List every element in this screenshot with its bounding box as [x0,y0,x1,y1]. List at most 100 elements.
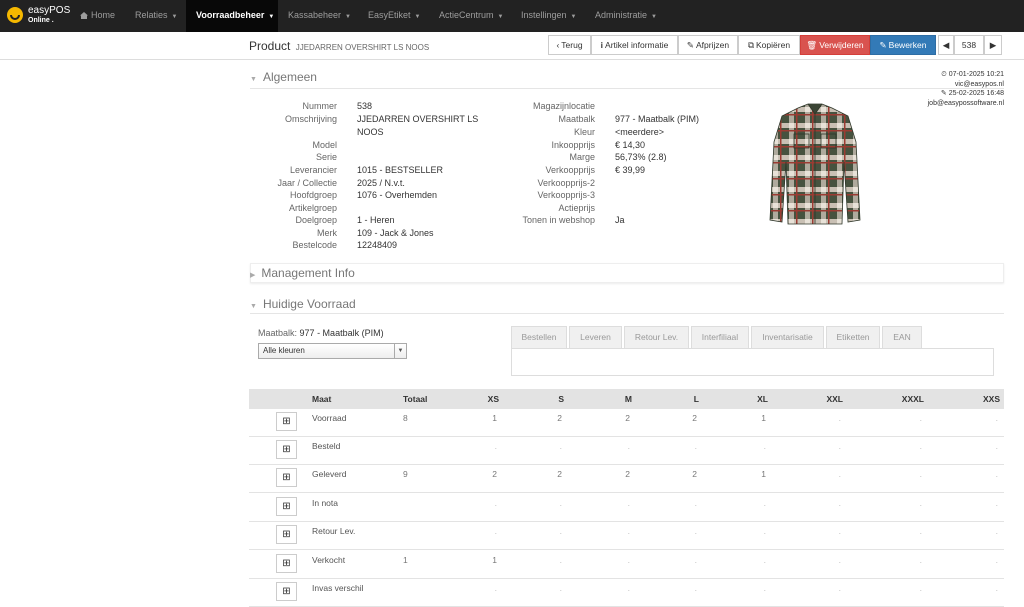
tab-inventarisatie[interactable]: Inventarisatie [751,326,824,348]
size-cell: . [763,526,766,536]
caret-down-icon: ▼ [497,14,504,20]
row-total: 9 [403,469,408,479]
next-record-button[interactable]: ▶ [984,35,1002,55]
chevron-down-icon: ▼ [394,344,406,358]
home-icon [80,12,88,19]
expand-row-button[interactable]: ⊞ [276,440,297,459]
detail-value: JJEDARREN OVERSHIRT LS [357,114,479,124]
tab-leveren[interactable]: Leveren [569,326,622,348]
article-info-label: Artikel informatie [605,40,669,50]
tab-ean[interactable]: EAN [882,326,922,348]
stock-table-header: Maat Totaal XS S M L XL XXL XXXL XXS [249,389,1004,409]
article-info-button[interactable]: i Artikel informatie [591,35,678,55]
size-cell: . [995,469,998,479]
section-management-info[interactable]: ▶ Management Info [250,266,355,280]
edit-label: Bewerken [888,40,927,50]
nav-easyetiket-label: EasyEtiket [368,10,411,20]
expand-row-button[interactable]: ⊞ [276,554,297,573]
delete-button[interactable]: 🗑 Verwijderen [800,35,870,55]
size-cell: . [995,498,998,508]
detail-value: 1076 - Overhemden [357,190,438,200]
caret-down-icon: ▼ [570,14,577,20]
column-header: XXL [826,394,843,404]
nav-kassabeheer[interactable]: Kassabeheer ▼ [288,0,351,32]
copy-button[interactable]: ⧉ Kopiëren [738,35,800,55]
top-navbar: easyPOS Online . Home Relaties ▼ Voorraad… [0,0,1024,32]
caret-down-icon: ▼ [250,303,257,310]
table-row: ⊞ Geleverd 9 2 2 2 2 1... [249,465,1004,493]
detail-label: Inkoopprijs [551,140,595,150]
nav-voorraadbeheer[interactable]: Voorraadbeheer ▼ [186,0,278,32]
detail-label: Leverancier [289,165,337,175]
color-select[interactable]: Alle kleuren ▼ [258,343,407,359]
column-header: S [558,394,564,404]
caret-down-icon: ▼ [414,14,421,20]
record-number: 538 [954,35,984,55]
nav-actiecentrum-label: ActieCentrum [439,10,494,20]
caret-right-icon: ▶ [250,272,256,279]
nav-instellingen[interactable]: Instellingen ▼ [521,0,577,32]
column-header: M [624,394,632,404]
size-cell: . [627,441,630,451]
back-button-label: Terug [561,40,583,50]
afprijzen-button[interactable]: ✎ Afprijzen [678,35,738,55]
size-cell: 1 [761,413,766,423]
back-button[interactable]: ‹ Terug [548,35,591,55]
size-cell: . [995,441,998,451]
expand-row-button[interactable]: ⊞ [276,468,297,487]
expand-row-button[interactable]: ⊞ [276,412,297,431]
size-cell: . [494,526,497,536]
brand[interactable]: easyPOS Online . [4,4,70,28]
chevron-left-icon: ◀ [942,40,950,50]
management-info-panel[interactable] [250,263,1004,283]
product-image [769,103,861,225]
detail-label: Marge [569,152,595,162]
detail-label: Bestelcode [292,240,337,250]
page-title: Product JJEDARREN OVERSHIRT LS NOOS [249,39,429,53]
size-cell: . [838,469,841,479]
nav-home-label: Home [91,10,116,20]
size-cell: . [763,441,766,451]
detail-value: 12248409 [357,240,398,250]
section-algemeen[interactable]: ▼ Algemeen [250,70,317,84]
prev-record-button[interactable]: ◀ [938,35,954,55]
detail-label: Hoofdgroep [289,190,337,200]
edit-button[interactable]: ✎ Bewerken [870,35,936,55]
nav-administratie[interactable]: Administratie ▼ [595,0,657,32]
size-cell: . [838,583,841,593]
row-total: 8 [403,413,408,423]
trash-icon: 🗑 [806,40,818,50]
page-subtitle: JJEDARREN OVERSHIRT LS NOOS [295,43,430,52]
size-cell: 2 [557,413,562,423]
detail-label: Serie [315,152,337,162]
expand-row-button[interactable]: ⊞ [276,525,297,544]
expand-row-button[interactable]: ⊞ [276,497,297,516]
expand-row-button[interactable]: ⊞ [276,582,297,601]
table-row: ⊞ Besteld........ [249,437,1004,465]
tab-bestellen[interactable]: Bestellen [511,326,567,348]
column-header: L [693,394,699,404]
size-cell: . [694,441,697,451]
nav-easyetiket[interactable]: EasyEtiket ▼ [368,0,420,32]
detail-value: 56,73% (2.8) [615,152,667,162]
delete-label: Verwijderen [819,40,864,50]
nav-relaties[interactable]: Relaties ▼ [135,0,177,32]
maatbalk-label: Maatbalk: [258,328,298,338]
maatbalk-value: 977 - Maatbalk (PIM) [299,328,384,338]
detail-label: Jaar / Collectie [277,178,337,188]
nav-home[interactable]: Home [80,0,115,32]
nav-administratie-label: Administratie [595,10,648,20]
copy-label: Kopiëren [756,40,791,50]
tab-retour-lev[interactable]: Retour Lev. [624,326,689,348]
detail-label: Magazijnlocatie [532,101,595,111]
detail-label: Merk [317,228,337,238]
modified-by: job@easypossoftware.nl [927,99,1004,107]
size-cell: . [838,526,841,536]
table-row: ⊞ Retour Lev......... [249,522,1004,550]
tab-etiketten[interactable]: Etiketten [826,326,880,348]
caret-down-icon: ▼ [651,14,657,20]
tab-interfiliaal[interactable]: Interfiliaal [691,326,749,348]
nav-actiecentrum[interactable]: ActieCentrum ▼ [439,0,503,32]
section-huidige-voorraad[interactable]: ▼ Huidige Voorraad [250,297,356,311]
size-cell: . [838,413,841,423]
